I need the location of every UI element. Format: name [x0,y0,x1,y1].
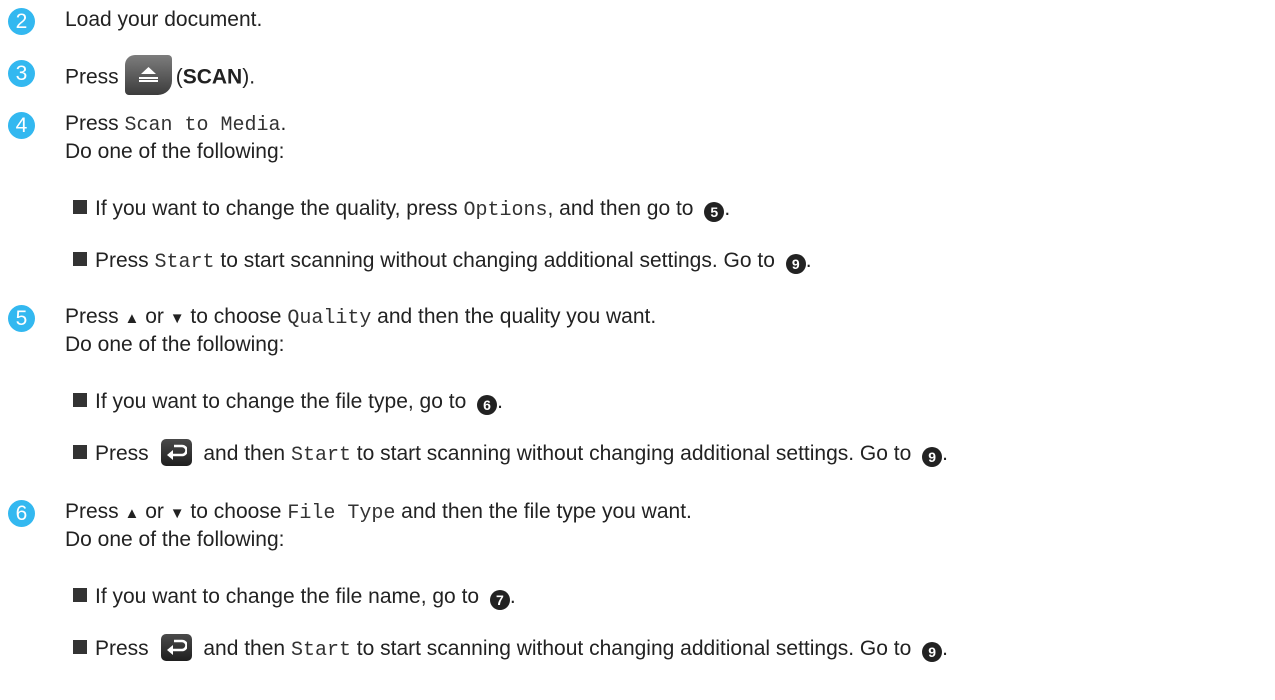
menu-option: Start [290,639,351,662]
step-text: Press (SCAN). [65,55,255,98]
scan-button [124,55,172,95]
step-text: Press ▲ or ▼ to choose Quality and then … [65,305,657,330]
down-arrow-icon: ▼ [169,310,185,327]
up-arrow-icon: ▲ [124,310,140,327]
step-ref-badge: 9 [785,254,806,274]
bullet-square [73,252,87,266]
step-ref-badge: 6 [477,395,498,415]
bullet-item: Press and then Start to start scanning w… [73,438,948,470]
bullet-item: Press Start to start scanning without ch… [73,247,812,277]
menu-option: Start [290,444,351,467]
menu-option: Scan to Media [124,114,281,137]
step-text: Load your document. [65,8,263,31]
bullet-square [73,588,87,602]
step-text: Press Scan to Media. [65,112,287,137]
step-number-circle: 5 [8,305,35,332]
step-ref-badge: 9 [922,447,943,467]
step-number-circle: 2 [8,8,35,35]
step-number-circle: 4 [8,112,35,139]
down-arrow-icon: ▼ [169,505,185,522]
step-subtext: Do one of the following: [65,528,285,551]
menu-option: Start [154,251,215,274]
back-button [160,438,192,466]
bullet-square [73,393,87,407]
step-text: Press ▲ or ▼ to choose File Type and the… [65,500,692,525]
bullet-item: If you want to change the file type, go … [73,388,503,416]
bullet-item: If you want to change the file name, go … [73,583,516,611]
bullet-square [73,200,87,214]
step-ref-badge: 9 [922,642,943,662]
step-subtext: Do one of the following: [65,140,285,163]
menu-option: Options [463,199,548,222]
step-subtext: Do one of the following: [65,333,285,356]
step-ref-badge: 7 [489,590,510,610]
back-button [160,633,192,661]
step-ref-badge: 5 [704,202,725,222]
up-arrow-icon: ▲ [124,505,140,522]
bullet-item: Press and then Start to start scanning w… [73,633,948,665]
bullet-square [73,640,87,654]
menu-option: File Type [287,502,396,525]
menu-option: Quality [287,307,372,330]
step-number-circle: 6 [8,500,35,527]
bullet-square [73,445,87,459]
scan-label: SCAN [182,65,243,89]
step-number-circle: 3 [8,60,35,87]
bullet-item: If you want to change the quality, press… [73,195,730,225]
